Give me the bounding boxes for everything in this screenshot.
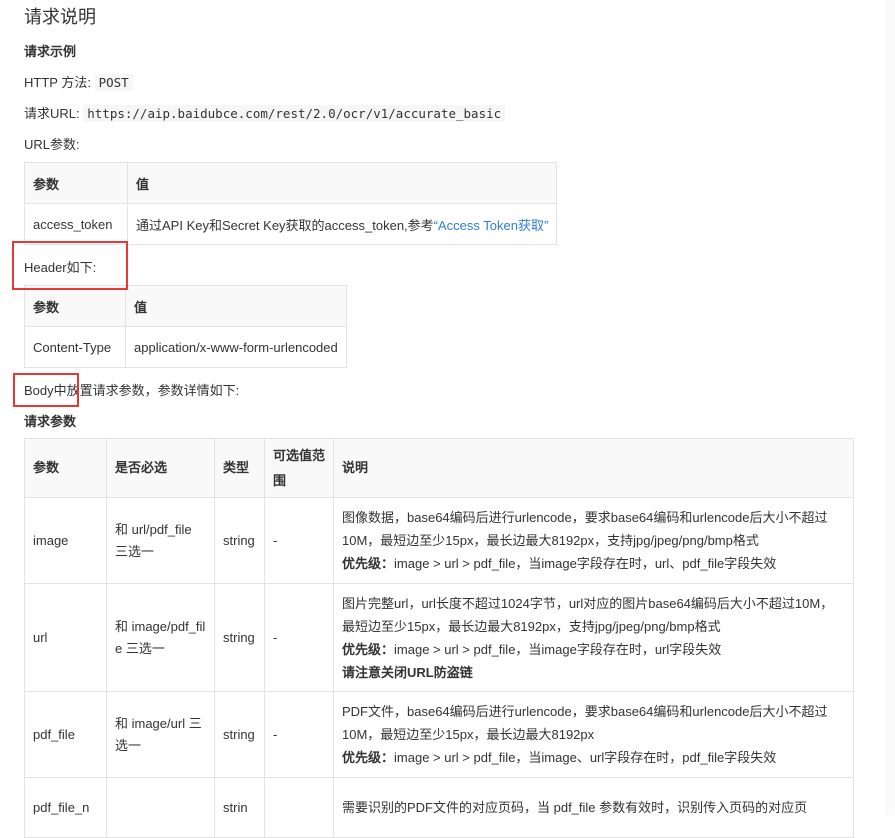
http-method-label: HTTP 方法: bbox=[24, 75, 91, 90]
required-cell bbox=[106, 777, 215, 838]
column-header: 参数 bbox=[24, 285, 126, 327]
table-row: image 和 url/pdf_file 三选一 string - 图像数据，b… bbox=[24, 497, 854, 584]
table-row: pdf_file_n strin 需要识别的PDF文件的对应页码，当 pdf_f… bbox=[24, 777, 854, 838]
range-cell bbox=[264, 777, 334, 838]
column-header: 值 bbox=[126, 162, 558, 204]
param-cell: access_token bbox=[24, 203, 128, 245]
param-name-cell: pdf_file bbox=[24, 691, 107, 778]
description-text: 需要识别的PDF文件的对应页码，当 pdf_file 参数有效时，识别传入页码的… bbox=[342, 800, 808, 815]
table-row: access_token 通过API Key和Secret Key获取的acce… bbox=[24, 203, 558, 245]
request-params-table: 参数 是否必选 类型 可选值范围 说明 image 和 url/pdf_file… bbox=[24, 438, 854, 838]
request-params-heading: 请求参数 bbox=[24, 414, 77, 429]
value-text: 通过API Key和Secret Key获取的access_token,参考 bbox=[136, 217, 434, 233]
priority-line: 优先级：image > url > pdf_file，当image、url字段存… bbox=[342, 746, 845, 769]
column-header: 类型 bbox=[214, 438, 265, 498]
request-url-label: 请求URL: bbox=[24, 106, 80, 121]
required-cell: 和 image/pdf_file 三选一 bbox=[106, 583, 215, 692]
request-url-value: https://aip.baidubce.com/rest/2.0/ocr/v1… bbox=[83, 105, 506, 122]
param-name-cell: pdf_file_n bbox=[24, 777, 107, 838]
priority-line: 优先级：image > url > pdf_file，当image字段存在时，u… bbox=[342, 552, 845, 575]
param-name-cell: image bbox=[24, 497, 107, 584]
value-cell: 通过API Key和Secret Key获取的access_token,参考“A… bbox=[126, 203, 558, 245]
value-cell: application/x-www-form-urlencoded bbox=[125, 326, 347, 368]
type-cell: string bbox=[214, 691, 265, 778]
table-row: url 和 image/pdf_file 三选一 string - 图片完整ur… bbox=[24, 583, 854, 692]
description-text: 图片完整url，url长度不超过1024字节，url对应的图片base64编码后… bbox=[342, 595, 834, 634]
param-cell: Content-Type bbox=[24, 326, 126, 368]
column-header: 参数 bbox=[24, 162, 128, 204]
priority-label: 优先级： bbox=[342, 750, 395, 765]
type-cell: string bbox=[214, 583, 265, 692]
section-title: 请求说明 bbox=[24, 7, 96, 27]
example-heading: 请求示例 bbox=[24, 44, 77, 59]
range-cell: - bbox=[264, 497, 334, 584]
type-cell: string bbox=[214, 497, 265, 584]
request-url-line: 请求URL: https://aip.baidubce.com/rest/2.0… bbox=[24, 103, 506, 122]
table-row: Content-Type application/x-www-form-urle… bbox=[24, 326, 347, 368]
description-cell: PDF文件，base64编码后进行urlencode，要求base64编码和ur… bbox=[333, 691, 854, 778]
column-header: 是否必选 bbox=[106, 438, 215, 498]
column-header: 参数 bbox=[24, 438, 107, 498]
note-text: 请注意关闭URL防盗链 bbox=[342, 664, 473, 680]
description-cell: 图片完整url，url长度不超过1024字节，url对应的图片base64编码后… bbox=[333, 583, 854, 692]
column-header: 值 bbox=[125, 285, 347, 327]
scrollbar[interactable] bbox=[885, 0, 895, 815]
required-cell: 和 image/url 三选一 bbox=[106, 691, 215, 778]
range-cell: - bbox=[264, 583, 334, 692]
priority-text: image > url > pdf_file，当image、url字段存在时，p… bbox=[394, 750, 777, 765]
body-label: Body中放置请求参数，参数详情如下: bbox=[24, 383, 240, 398]
description-cell: 需要识别的PDF文件的对应页码，当 pdf_file 参数有效时，识别传入页码的… bbox=[333, 777, 854, 838]
priority-text: image > url > pdf_file，当image字段存在时，url、p… bbox=[394, 556, 777, 571]
table-row: pdf_file 和 image/url 三选一 string - PDF文件，… bbox=[24, 691, 854, 778]
required-cell: 和 url/pdf_file 三选一 bbox=[106, 497, 215, 584]
column-header: 可选值范围 bbox=[264, 438, 334, 498]
priority-label: 优先级： bbox=[342, 556, 395, 571]
description-cell: 图像数据，base64编码后进行urlencode，要求base64编码和url… bbox=[333, 497, 854, 584]
priority-line: 优先级：image > url > pdf_file，当image字段存在时，u… bbox=[342, 638, 845, 661]
header-table: 参数 值 Content-Type application/x-www-form… bbox=[24, 285, 347, 368]
http-method-value: POST bbox=[94, 74, 133, 91]
header-label: Header如下: bbox=[24, 260, 97, 275]
url-params-label: URL参数: bbox=[24, 137, 80, 152]
type-cell: strin bbox=[214, 777, 265, 838]
param-name-cell: url bbox=[24, 583, 107, 692]
priority-label: 优先级： bbox=[342, 641, 395, 657]
column-header: 说明 bbox=[333, 438, 854, 498]
access-token-link[interactable]: “Access Token获取” bbox=[434, 218, 549, 233]
description-text: 图像数据，base64编码后进行urlencode，要求base64编码和url… bbox=[342, 510, 828, 548]
range-cell: - bbox=[264, 691, 334, 778]
description-text: PDF文件，base64编码后进行urlencode，要求base64编码和ur… bbox=[342, 704, 828, 742]
http-method-line: HTTP 方法: POST bbox=[24, 72, 133, 91]
url-params-table: 参数 值 access_token 通过API Key和Secret Key获取… bbox=[24, 162, 558, 245]
priority-text: image > url > pdf_file，当image字段存在时，url字段… bbox=[394, 641, 722, 657]
